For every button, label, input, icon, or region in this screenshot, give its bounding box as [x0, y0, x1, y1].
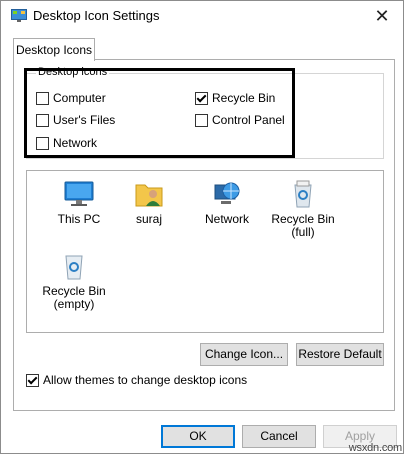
- change-icon-button[interactable]: Change Icon...: [200, 343, 288, 366]
- network-globe-icon: [214, 182, 240, 204]
- icon-label: suraj: [135, 212, 162, 226]
- icon-list[interactable]: This PC suraj Network Recycle Bin (full)…: [26, 170, 384, 333]
- dialog-window: Desktop Icon Settings ✕ Desktop Icons De…: [0, 0, 404, 454]
- ok-button[interactable]: OK: [161, 425, 235, 448]
- checkbox-box[interactable]: [26, 373, 39, 387]
- monitor-icon: [64, 181, 94, 206]
- desktop-settings-icon: [11, 9, 27, 22]
- tab-panel: Desktop icons Computer Recycle Bin User'…: [13, 59, 395, 411]
- watermark-text: wsxdn.com: [348, 442, 402, 454]
- highlight-box: [24, 68, 295, 158]
- icon-item-network[interactable]: Network: [192, 179, 262, 226]
- recycle-bin-full-icon: [294, 180, 312, 208]
- checkbox-allow-themes[interactable]: Allow themes to change desktop icons: [26, 373, 247, 387]
- cancel-button[interactable]: Cancel: [242, 425, 316, 448]
- user-folder-icon: [135, 184, 163, 207]
- close-icon: ✕: [374, 6, 390, 26]
- icon-item-recycle-bin-empty[interactable]: Recycle Bin (empty): [39, 251, 109, 311]
- icon-label: This PC: [57, 212, 101, 226]
- close-button[interactable]: ✕: [369, 3, 395, 29]
- window-title: Desktop Icon Settings: [33, 8, 160, 23]
- icon-label: Recycle Bin (empty): [42, 284, 106, 311]
- icon-item-user-folder[interactable]: suraj: [114, 179, 184, 226]
- checkbox-label: Allow themes to change desktop icons: [43, 373, 248, 387]
- restore-default-button[interactable]: Restore Default: [296, 343, 384, 366]
- icon-item-recycle-bin-full[interactable]: Recycle Bin (full): [268, 179, 338, 239]
- title-bar: Desktop Icon Settings ✕: [1, 1, 403, 31]
- icon-label: Network: [204, 212, 249, 226]
- recycle-bin-empty-icon: [65, 255, 83, 280]
- icon-item-this-pc[interactable]: This PC: [44, 179, 114, 226]
- tab-desktop-icons[interactable]: Desktop Icons: [13, 38, 95, 61]
- icon-label: Recycle Bin (full): [271, 212, 335, 239]
